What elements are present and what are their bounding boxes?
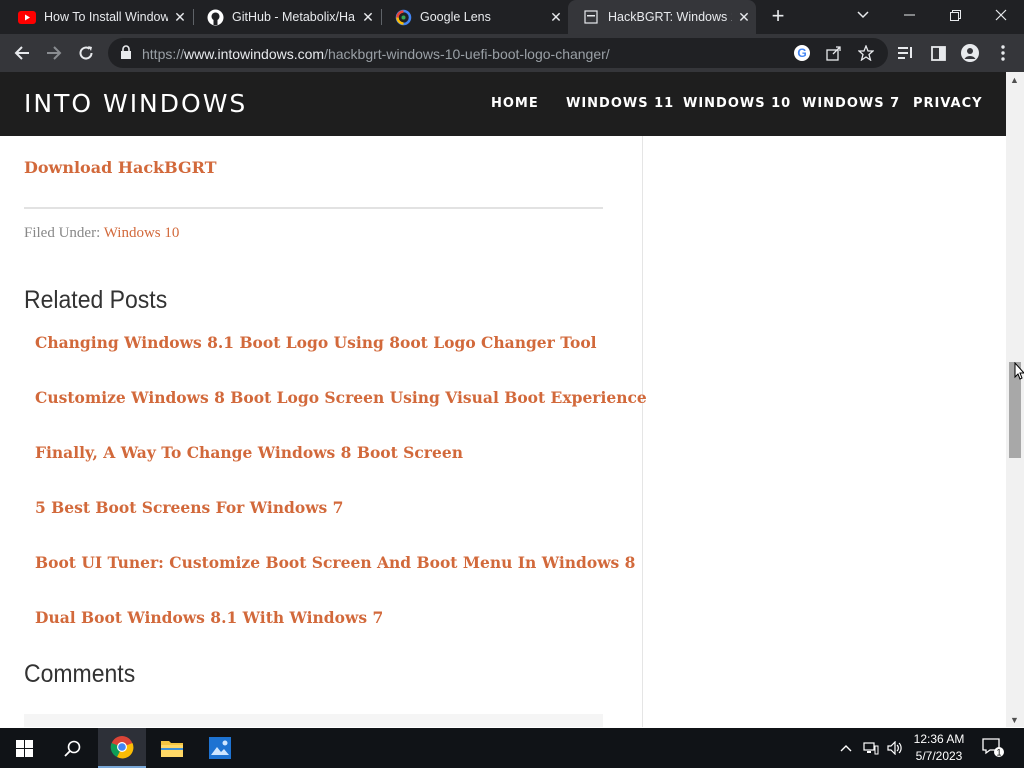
svg-text:G: G — [797, 46, 806, 60]
page-scrollbar[interactable]: ▲ ▼ — [1006, 72, 1024, 727]
more-menu-icon[interactable] — [990, 40, 1016, 66]
tab-title: How To Install Windows — [44, 10, 168, 24]
clock-date: 5/7/2023 — [915, 749, 963, 763]
related-post-link[interactable]: 5 Best Boot Screens For Windows 7 — [35, 498, 343, 517]
start-windows-icon[interactable] — [0, 728, 48, 768]
volume-icon[interactable] — [884, 728, 906, 768]
scroll-down-arrow-icon[interactable]: ▼ — [1010, 715, 1019, 725]
share-icon[interactable] — [824, 43, 844, 63]
sidebar-divider — [642, 136, 643, 727]
close-tab-icon[interactable]: ✕ — [732, 9, 756, 26]
mouse-cursor-icon — [1014, 361, 1024, 385]
media-queue-icon[interactable] — [893, 40, 919, 66]
nav-windows-7[interactable]: WINDOWS 7 — [802, 96, 900, 111]
url-path: /hackbgrt-windows-10-uefi-boot-logo-chan… — [324, 46, 610, 62]
nav-home[interactable]: HOME — [491, 96, 539, 111]
tab-search-chevron-icon[interactable] — [840, 0, 886, 30]
chrome-taskbar-icon[interactable] — [98, 728, 146, 768]
url-host: www.intowindows.com — [184, 46, 325, 62]
network-icon[interactable] — [860, 728, 882, 768]
url-text: https://www.intowindows.com/hackbgrt-win… — [142, 46, 610, 62]
system-clock[interactable]: 12:36 AM 5/7/2023 — [906, 731, 972, 765]
tab-title: HackBGRT: Windows 10 — [608, 10, 732, 24]
close-window-icon[interactable] — [978, 0, 1024, 30]
nav-windows-11[interactable]: WINDOWS 11 — [566, 96, 674, 111]
filed-under: Filed Under: Windows 10 — [24, 225, 179, 242]
close-tab-icon[interactable]: ✕ — [168, 9, 192, 26]
github-icon — [206, 8, 224, 26]
google-lens-icon — [394, 8, 412, 26]
reload-icon[interactable] — [73, 40, 99, 66]
address-bar[interactable]: https://www.intowindows.com/hackbgrt-win… — [108, 38, 888, 68]
close-tab-icon[interactable]: ✕ — [356, 9, 380, 26]
browser-tab-bar: How To Install Windows ✕ GitHub - Metabo… — [0, 0, 1024, 34]
nav-windows-10[interactable]: WINDOWS 10 — [683, 96, 791, 111]
related-post-link[interactable]: Boot UI Tuner: Customize Boot Screen And… — [35, 553, 635, 572]
profile-avatar-icon[interactable] — [957, 40, 983, 66]
back-arrow-icon[interactable] — [9, 40, 35, 66]
site-logo[interactable]: INTO WINDOWS — [24, 89, 247, 118]
related-post-link[interactable]: Changing Windows 8.1 Boot Logo Using 8oo… — [35, 333, 597, 352]
filed-under-label: Filed Under: — [24, 225, 101, 241]
bookmark-star-icon[interactable] — [856, 43, 876, 63]
tab-title: GitHub - Metabolix/Ha — [232, 10, 355, 24]
notification-count: 1 — [996, 748, 1001, 758]
close-tab-icon[interactable]: ✕ — [544, 9, 568, 26]
divider — [24, 207, 603, 209]
related-post-link[interactable]: Dual Boot Windows 8.1 With Windows 7 — [35, 608, 383, 627]
clock-time: 12:36 AM — [913, 732, 965, 746]
minimize-icon[interactable] — [886, 0, 932, 30]
browser-toolbar: https://www.intowindows.com/hackbgrt-win… — [0, 34, 1024, 72]
tab-google-lens[interactable]: Google Lens ✕ — [382, 0, 568, 34]
side-panel-icon[interactable] — [925, 40, 951, 66]
file-explorer-icon[interactable] — [148, 728, 196, 768]
windows-taskbar: 12:36 AM 5/7/2023 1 — [0, 728, 1024, 768]
page-content: Download HackBGRT Filed Under: Windows 1… — [0, 136, 1006, 727]
site-header: INTO WINDOWS HOME WINDOWS 11 WINDOWS 10 … — [0, 72, 1006, 136]
tab-youtube[interactable]: How To Install Windows ✕ — [0, 0, 192, 34]
tab-hackbgrt-active[interactable]: HackBGRT: Windows 10 ✕ — [568, 0, 756, 34]
tray-chevron-up-icon[interactable] — [836, 728, 856, 768]
search-icon[interactable] — [48, 728, 96, 768]
photos-app-icon[interactable] — [196, 728, 244, 768]
related-posts-heading: Related Posts — [24, 286, 168, 314]
related-post-link[interactable]: Customize Windows 8 Boot Logo Screen Usi… — [35, 388, 647, 407]
download-link[interactable]: Download HackBGRT — [24, 158, 217, 177]
lock-icon[interactable] — [120, 45, 132, 65]
google-lens-search-icon[interactable]: G — [792, 43, 812, 63]
restore-icon[interactable] — [932, 0, 978, 30]
tab-title: Google Lens — [420, 10, 491, 24]
nav-privacy[interactable]: PRIVACY — [913, 96, 983, 111]
intowindows-icon — [582, 8, 600, 26]
related-post-link[interactable]: Finally, A Way To Change Windows 8 Boot … — [35, 443, 463, 462]
scroll-up-arrow-icon[interactable]: ▲ — [1010, 75, 1019, 85]
comment-box[interactable] — [24, 714, 603, 727]
tab-github[interactable]: GitHub - Metabolix/Ha ✕ — [194, 0, 380, 34]
category-link[interactable]: Windows 10 — [104, 225, 180, 241]
comments-heading: Comments — [24, 660, 136, 688]
youtube-icon — [18, 8, 36, 26]
url-scheme: https:// — [142, 46, 185, 62]
forward-arrow-icon[interactable] — [41, 40, 67, 66]
action-center-icon[interactable]: 1 — [978, 728, 1008, 768]
new-tab-button[interactable]: + — [766, 5, 790, 29]
